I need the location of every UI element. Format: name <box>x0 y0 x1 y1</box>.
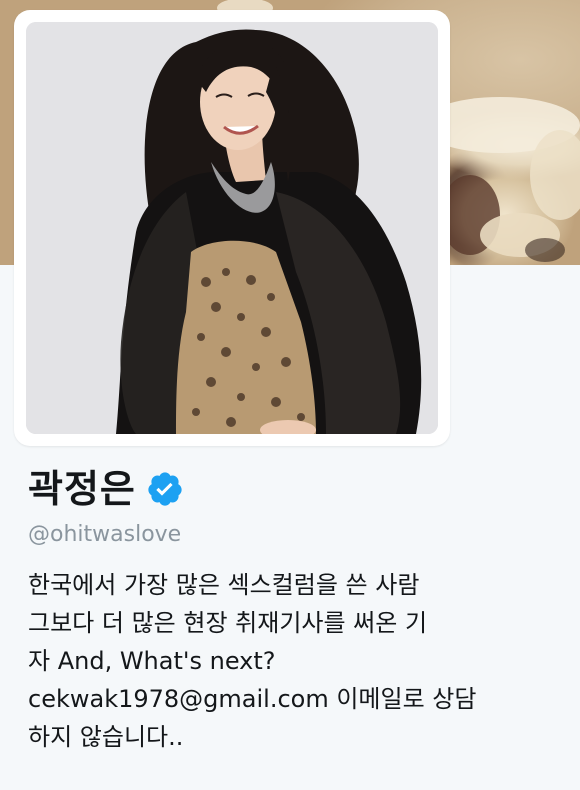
bio-line-email: cekwak1978@gmail.com 이메일로 상담 <box>28 685 477 713</box>
name-row: 곽정은 <box>28 464 184 514</box>
display-name[interactable]: 곽정은 <box>28 465 136 513</box>
bio-text: 한국에서 가장 많은 섹스컬럼을 쓴 사람 그보다 더 많은 현장 취재기사를 … <box>28 566 568 756</box>
verified-badge-icon <box>146 470 184 508</box>
screen-name[interactable]: @ohitwaslove <box>28 520 181 550</box>
profile-avatar-frame[interactable] <box>14 10 450 446</box>
profile-bio-section: 곽정은 @ohitwaslove 한국에서 가장 많은 섹스컬럼을 쓴 사람 그… <box>0 446 580 790</box>
bio-line: 한국에서 가장 많은 섹스컬럼을 쓴 사람 <box>28 571 420 599</box>
bio-line: 하지 않습니다.. <box>28 723 184 751</box>
bio-line: 자 And, What's next? <box>28 647 276 675</box>
avatar[interactable] <box>26 22 438 434</box>
bio-line: 그보다 더 많은 현장 취재기사를 써온 기 <box>28 609 428 637</box>
